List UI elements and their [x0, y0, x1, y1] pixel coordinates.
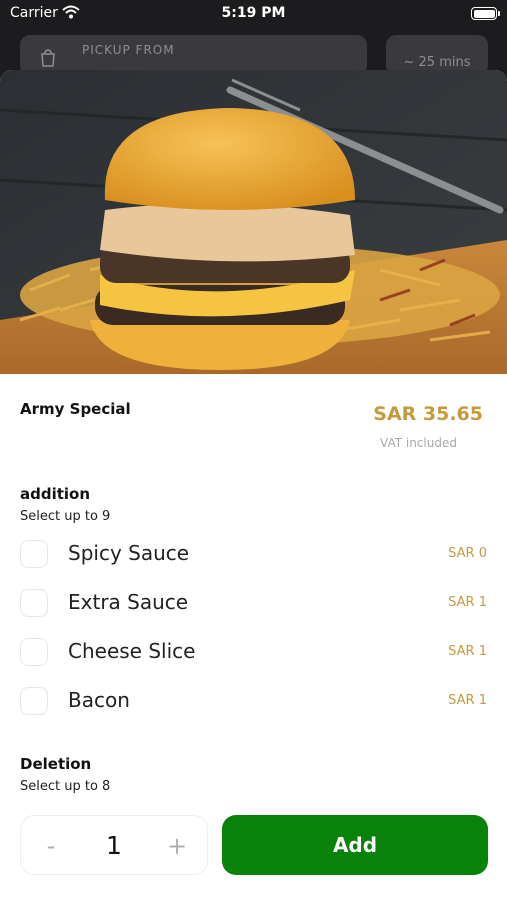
eta-card: ~ 25 mins	[386, 35, 488, 75]
shopping-bag-icon	[41, 49, 55, 67]
checkbox[interactable]	[20, 687, 48, 715]
item-name: Army Special	[20, 400, 131, 418]
deletion-title: Deletion	[20, 755, 92, 773]
checkbox[interactable]	[20, 540, 48, 568]
addition-subtitle: Select up to 9	[20, 509, 111, 524]
option-row-spicy-sauce[interactable]: Spicy Sauce SAR 0	[0, 536, 507, 576]
option-price: SAR 1	[448, 595, 487, 610]
increase-quantity-button[interactable]: +	[157, 826, 197, 866]
addition-title: addition	[20, 485, 91, 503]
option-label: Bacon	[68, 688, 130, 712]
quantity-stepper: - 1 +	[20, 815, 208, 875]
status-bar: Carrier 5:19 PM	[0, 0, 507, 28]
checkbox[interactable]	[20, 638, 48, 666]
item-detail-sheet: Army Special SAR 35.65 VAT included addi…	[0, 70, 507, 900]
option-row-bacon[interactable]: Bacon SAR 1	[0, 683, 507, 723]
pickup-location-card[interactable]: PICKUP FROM	[20, 35, 367, 75]
deletion-subtitle: Select up to 8	[20, 779, 111, 794]
add-to-cart-button[interactable]: Add	[222, 815, 488, 875]
option-label: Cheese Slice	[68, 639, 196, 663]
burger-photo	[0, 70, 507, 374]
option-row-extra-sauce[interactable]: Extra Sauce SAR 1	[0, 585, 507, 625]
option-row-cheese-slice[interactable]: Cheese Slice SAR 1	[0, 634, 507, 674]
option-label: Extra Sauce	[68, 590, 189, 614]
eta-text: ~ 25 mins	[403, 55, 471, 70]
battery-icon	[471, 7, 500, 20]
clock: 5:19 PM	[221, 5, 286, 21]
item-price: SAR 35.65	[373, 403, 483, 425]
option-label: Spicy Sauce	[68, 541, 190, 565]
option-price: SAR 0	[448, 546, 487, 561]
option-price: SAR 1	[448, 644, 487, 659]
option-price: SAR 1	[448, 693, 487, 708]
checkbox[interactable]	[20, 589, 48, 617]
vat-note: VAT included	[380, 436, 457, 450]
pickup-from-label: PICKUP FROM	[82, 43, 175, 57]
